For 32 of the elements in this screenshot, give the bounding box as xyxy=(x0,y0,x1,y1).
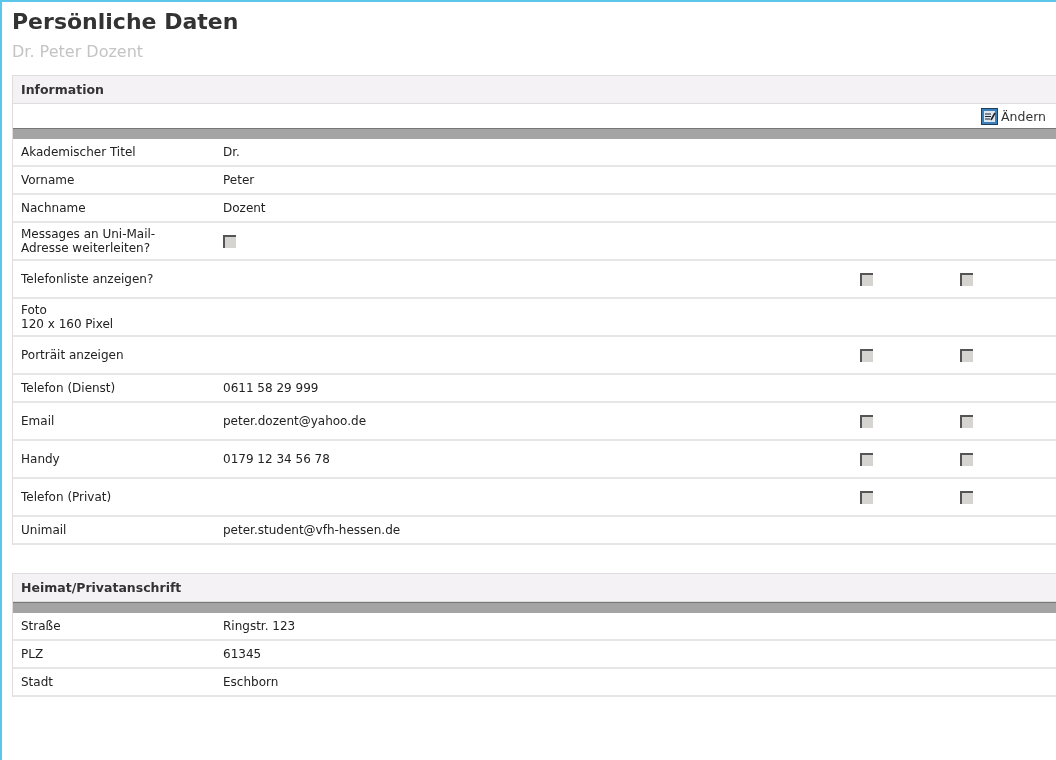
field-value: peter.dozent@yahoo.de xyxy=(223,414,367,428)
section-header: Heimat/Privatanschrift xyxy=(13,573,1056,602)
field-label: Stadt xyxy=(21,675,53,689)
field-label: Telefonliste anzeigen? xyxy=(21,272,154,286)
field-label: PLZ xyxy=(21,647,44,661)
field-value: peter.student@vfh-hessen.de xyxy=(223,523,401,537)
field-label: Unimail xyxy=(21,523,67,537)
field-value: 61345 xyxy=(223,647,262,661)
field-label: Straße xyxy=(21,619,61,633)
field-label: Akademischer Titel xyxy=(21,145,136,159)
person-name: Dr. Peter Dozent xyxy=(12,42,145,61)
page-title: Persönliche Daten xyxy=(12,8,240,36)
field-label: Nachname xyxy=(21,201,86,215)
field-label: Telefon (Privat) xyxy=(21,490,112,504)
field-label: Foto xyxy=(21,303,48,317)
field-value: Ringstr. 123 xyxy=(223,619,296,633)
field-value: Dr. xyxy=(223,145,240,159)
edit-icon xyxy=(981,108,999,125)
field-value: 0611 58 29 999 xyxy=(223,381,319,395)
field-label: Email xyxy=(21,414,55,428)
section-header: Information xyxy=(13,75,1056,104)
field-value: Eschborn xyxy=(223,675,279,689)
field-label: Telefon (Dienst) xyxy=(21,381,116,395)
field-label: Porträit anzeigen xyxy=(21,348,124,362)
field-label: Vorname xyxy=(21,173,75,187)
field-value: Peter xyxy=(223,173,255,187)
field-value: 0179 12 34 56 78 xyxy=(223,452,330,466)
field-label: Messages an Uni-Mail-Adresse weiterleiten? xyxy=(21,227,156,255)
field-hint: 120 x 160 Pixel xyxy=(21,317,115,331)
edit-button[interactable]: Ändern xyxy=(981,108,1046,125)
field-value: Dozent xyxy=(223,201,266,215)
field-label: Handy xyxy=(21,452,60,466)
